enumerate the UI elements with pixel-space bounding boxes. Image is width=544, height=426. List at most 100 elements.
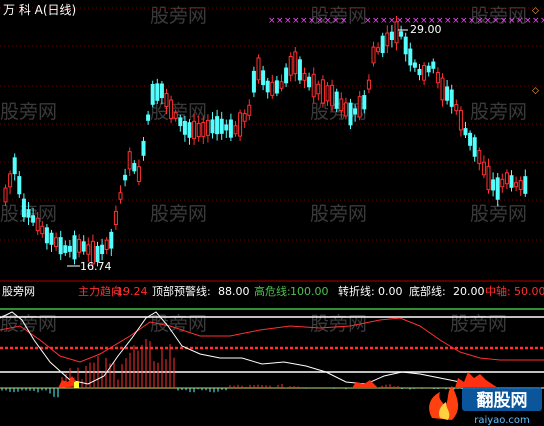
candle-body — [173, 112, 178, 119]
marker-x: × — [308, 16, 316, 26]
candle-body — [100, 244, 105, 255]
marker-x: × — [460, 16, 468, 26]
candle-body — [201, 121, 206, 137]
candle-body — [320, 79, 325, 104]
candlestick-series[interactable] — [3, 15, 528, 271]
site-logo: 翻股网 raiyao.com — [429, 386, 542, 426]
marker-x: × — [444, 16, 452, 26]
candle-body — [81, 241, 86, 252]
candle-body — [86, 244, 91, 255]
marker-x: × — [364, 16, 372, 26]
marker-x: × — [340, 16, 348, 26]
candle-body — [389, 31, 394, 41]
candle-body — [454, 104, 459, 112]
item-value-turn: 0.00 — [378, 285, 403, 298]
candle-body — [192, 120, 197, 140]
candle-body — [362, 95, 367, 110]
marker-x: × — [284, 16, 292, 26]
item-value-danger: 100.00 — [290, 285, 329, 298]
candle-body — [316, 83, 321, 95]
marker-x: × — [476, 16, 484, 26]
marker-x: × — [452, 16, 460, 26]
candle-body — [472, 137, 477, 157]
candle-body — [21, 198, 26, 218]
candle-body — [431, 61, 436, 69]
marker-x: × — [388, 16, 396, 26]
candle-body — [468, 132, 473, 146]
watermark-text: 股旁网 — [470, 101, 527, 123]
marker-x: × — [332, 16, 340, 26]
candle-body — [385, 32, 390, 47]
item-value-main: -19.24 — [112, 285, 147, 298]
candle-body — [141, 140, 146, 156]
candle-body — [247, 104, 252, 116]
fire-bar — [352, 380, 378, 388]
svg-text:翻股网: 翻股网 — [477, 390, 528, 411]
candle-body — [463, 128, 468, 136]
candle-body — [63, 245, 68, 253]
candle-body — [523, 176, 528, 194]
candle-body — [215, 116, 220, 135]
candle-body — [353, 108, 358, 115]
candle-body — [123, 174, 128, 181]
candle-body — [270, 81, 275, 96]
candle-body — [422, 65, 427, 81]
candle-body — [113, 210, 118, 226]
candle-body — [509, 175, 514, 188]
candle-body — [504, 172, 509, 185]
marker-x: × — [500, 16, 508, 26]
candle-body — [146, 114, 151, 121]
candle-body — [399, 31, 404, 37]
watermark-text: 股旁网 — [470, 203, 527, 225]
candle-body — [104, 239, 109, 250]
candle-body — [330, 84, 335, 107]
chart-canvas[interactable]: 股旁网 股旁网 股旁网 股旁网 股旁网 股旁网 股旁网 股旁网 股旁网 股旁网 股旁网 股旁网 股旁网股… — [0, 0, 544, 426]
marker-x: × — [508, 16, 516, 26]
candle-body — [136, 166, 141, 182]
marker-x: × — [324, 16, 332, 26]
candle-body — [408, 48, 413, 66]
svg-text:raiyao.com: raiyao.com — [474, 415, 530, 426]
low-annotation: 16.74 — [67, 260, 112, 273]
candle-body — [325, 85, 330, 102]
candle-body — [164, 92, 169, 108]
candle-body — [293, 51, 298, 75]
candle-body — [357, 96, 362, 118]
marker-x: × — [292, 16, 300, 26]
candle-body — [238, 112, 243, 137]
item-label-bottom: 底部线: — [409, 284, 446, 298]
candle-body — [274, 80, 279, 94]
candle-body — [3, 187, 8, 203]
candle-body — [486, 165, 491, 191]
candle-body — [440, 77, 445, 101]
candle-body — [518, 180, 523, 190]
candle-body — [412, 62, 417, 68]
watermark-text: 股旁网 — [310, 203, 367, 225]
candle-body — [445, 86, 450, 101]
marker-dot: ◇ — [532, 6, 539, 16]
candle-body — [77, 238, 82, 253]
candle-body — [265, 80, 270, 93]
candle-body — [435, 72, 440, 84]
candle-body — [178, 117, 183, 127]
candle-body — [12, 157, 17, 175]
candle-body — [348, 102, 353, 126]
candle-body — [118, 192, 123, 200]
candle-body — [307, 76, 312, 88]
candle-body — [210, 119, 215, 134]
candle-body — [169, 99, 174, 119]
svg-text:16.74: 16.74 — [80, 260, 112, 273]
candle-body — [380, 35, 385, 54]
candle-body — [288, 56, 293, 76]
item-value-bottom: 20.00 — [453, 285, 485, 298]
candle-body — [334, 91, 339, 109]
item-label-turn: 转折线: — [338, 284, 375, 298]
marker-x: × — [516, 16, 524, 26]
candle-body — [127, 151, 132, 170]
candle-body — [458, 109, 463, 131]
candle-body — [491, 179, 496, 191]
candle-body — [477, 150, 482, 164]
signal-mark — [74, 382, 79, 388]
watermark-text: 股旁网 — [150, 203, 207, 225]
marker-x: × — [532, 16, 540, 26]
